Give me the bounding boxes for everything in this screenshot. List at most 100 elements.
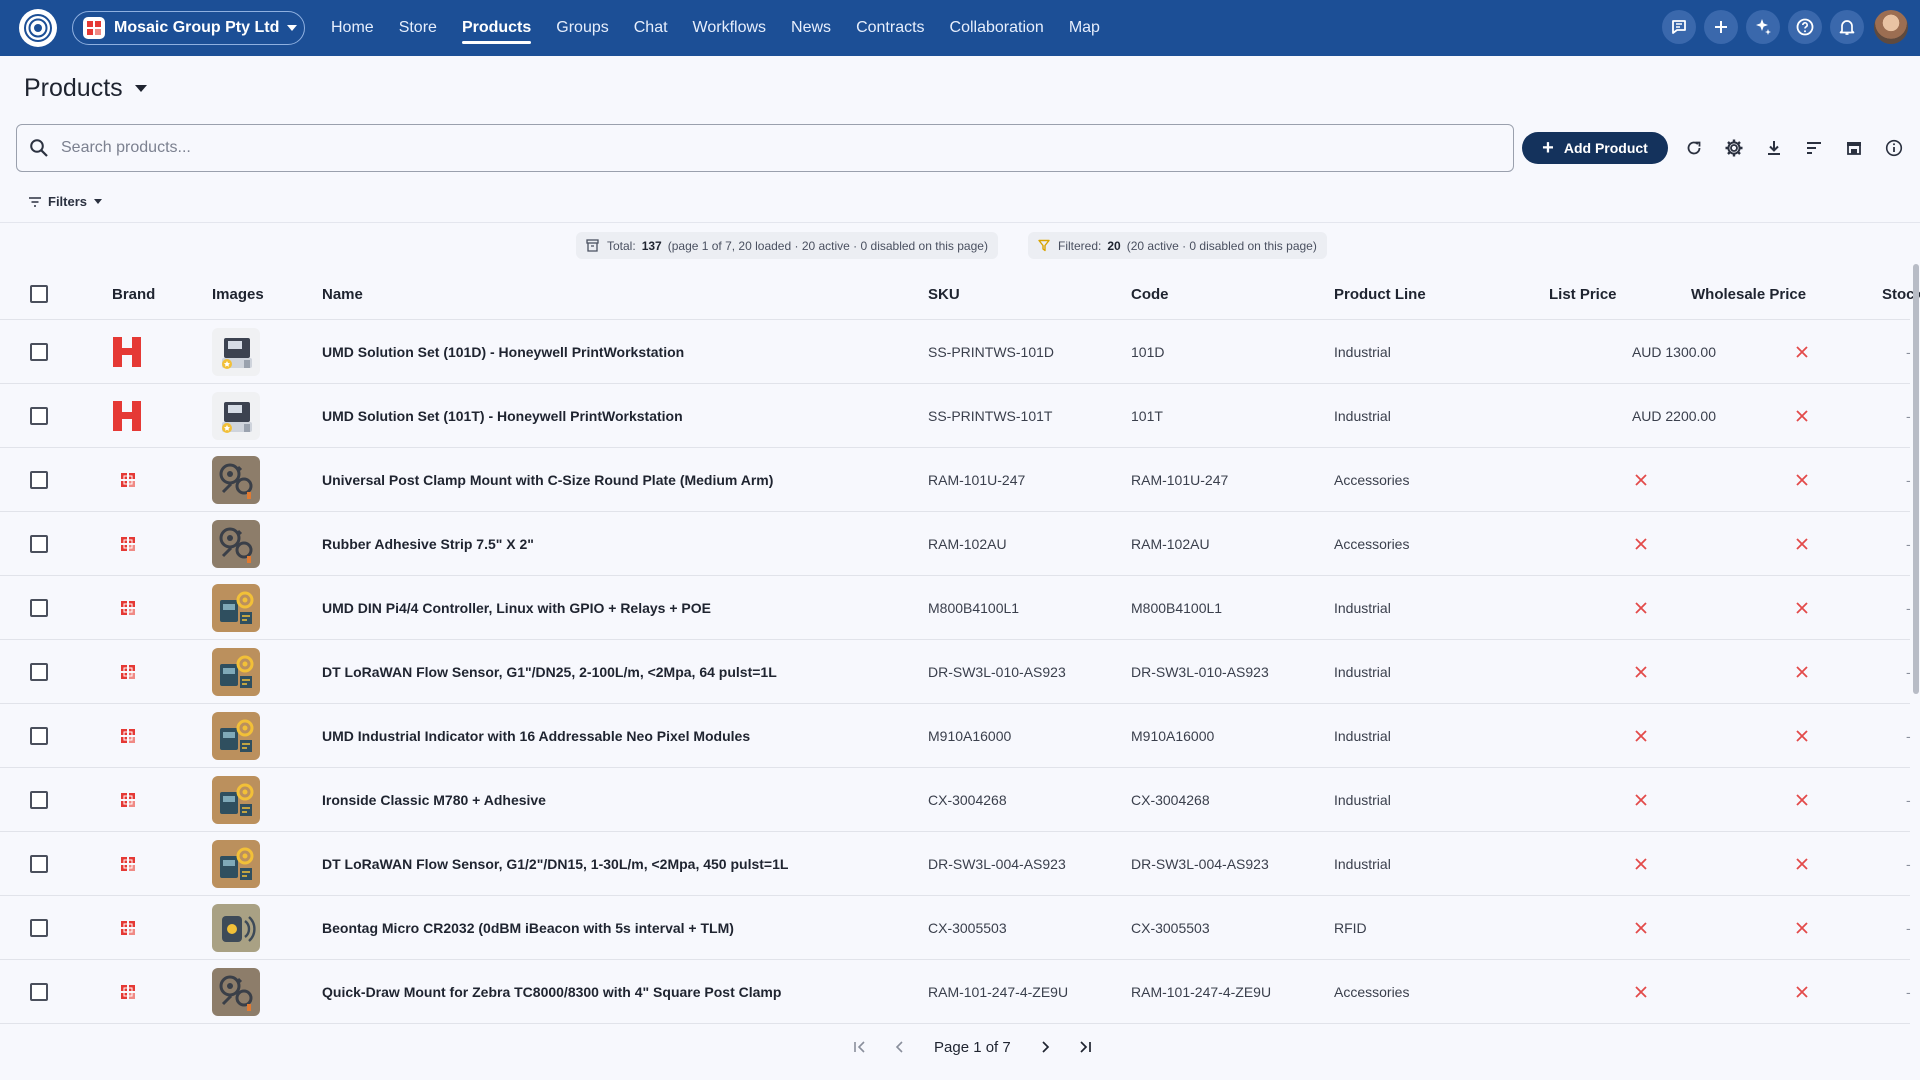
- nav-home[interactable]: Home: [331, 0, 374, 56]
- column-product-line[interactable]: Product Line: [1334, 268, 1426, 320]
- product-name[interactable]: Quick-Draw Mount for Zebra TC8000/8300 w…: [322, 960, 781, 1024]
- vertical-scrollbar[interactable]: [1913, 264, 1919, 694]
- product-thumbnail[interactable]: [212, 584, 260, 632]
- product-name[interactable]: UMD Solution Set (101D) - Honeywell Prin…: [322, 320, 684, 384]
- table-row[interactable]: UMD DIN Pi4/4 Controller, Linux with GPI…: [0, 576, 1911, 640]
- product-name[interactable]: UMD Solution Set (101T) - Honeywell Prin…: [322, 384, 683, 448]
- download-button[interactable]: [1760, 134, 1788, 162]
- product-name[interactable]: Ironside Classic M780 + Adhesive: [322, 768, 546, 832]
- image-cell[interactable]: [212, 896, 260, 960]
- row-checkbox[interactable]: [30, 855, 48, 873]
- product-name[interactable]: DT LoRaWAN Flow Sensor, G1/2"/DN15, 1-30…: [322, 832, 788, 896]
- product-thumbnail[interactable]: [212, 776, 260, 824]
- row-checkbox[interactable]: [30, 791, 48, 809]
- table-row[interactable]: Beontag Micro CR2032 (0dBM iBeacon with …: [0, 896, 1911, 960]
- column-images[interactable]: Images: [212, 268, 264, 320]
- product-code: DR-SW3L-004-AS923: [1131, 856, 1269, 872]
- column-brand[interactable]: Brand: [112, 268, 155, 320]
- product-name[interactable]: UMD Industrial Indicator with 16 Address…: [322, 704, 750, 768]
- store-button[interactable]: [1840, 134, 1868, 162]
- product-thumbnail[interactable]: [212, 712, 260, 760]
- nav-contracts[interactable]: Contracts: [856, 0, 924, 56]
- user-avatar[interactable]: [1874, 10, 1908, 44]
- product-thumbnail[interactable]: [212, 648, 260, 696]
- column-wholesale-price[interactable]: Wholesale Price: [1691, 268, 1806, 320]
- image-cell[interactable]: [212, 832, 260, 896]
- image-cell[interactable]: [212, 704, 260, 768]
- nav-collaboration[interactable]: Collaboration: [950, 0, 1044, 56]
- app-logo[interactable]: [19, 9, 57, 47]
- image-cell[interactable]: [212, 320, 260, 384]
- add-product-button[interactable]: + Add Product: [1522, 132, 1668, 164]
- row-checkbox[interactable]: [30, 535, 48, 553]
- nav-workflows[interactable]: Workflows: [693, 0, 767, 56]
- column-sku[interactable]: SKU: [928, 268, 960, 320]
- product-thumbnail[interactable]: [212, 456, 260, 504]
- product-thumbnail[interactable]: [212, 968, 260, 1016]
- product-name[interactable]: Beontag Micro CR2032 (0dBM iBeacon with …: [322, 896, 734, 960]
- table-row[interactable]: DT LoRaWAN Flow Sensor, G1/2"/DN15, 1-30…: [0, 832, 1911, 896]
- product-name[interactable]: Rubber Adhesive Strip 7.5" X 2": [322, 512, 534, 576]
- row-checkbox[interactable]: [30, 599, 48, 617]
- nav-chat[interactable]: Chat: [634, 0, 668, 56]
- image-cell[interactable]: [212, 448, 260, 512]
- product-name[interactable]: Universal Post Clamp Mount with C-Size R…: [322, 448, 773, 512]
- close-icon: [1635, 666, 1647, 678]
- filters-button[interactable]: Filters: [28, 194, 103, 209]
- product-thumbnail[interactable]: [212, 904, 260, 952]
- previous-page-button[interactable]: [885, 1032, 915, 1062]
- chat-button[interactable]: [1662, 10, 1696, 44]
- organization-switcher[interactable]: Mosaic Group Pty Ltd: [72, 11, 305, 45]
- product-thumbnail[interactable]: [212, 392, 260, 440]
- table-row[interactable]: Ironside Classic M780 + Adhesive CX-30042…: [0, 768, 1911, 832]
- product-thumbnail[interactable]: [212, 328, 260, 376]
- row-checkbox[interactable]: [30, 343, 48, 361]
- info-button[interactable]: [1880, 134, 1908, 162]
- nav-groups[interactable]: Groups: [556, 0, 608, 56]
- product-thumbnail[interactable]: [212, 840, 260, 888]
- row-checkbox[interactable]: [30, 727, 48, 745]
- product-thumbnail[interactable]: [212, 520, 260, 568]
- last-page-button[interactable]: [1070, 1032, 1100, 1062]
- search-input[interactable]: [61, 139, 1461, 157]
- table-row[interactable]: Rubber Adhesive Strip 7.5" X 2" RAM-102AU…: [0, 512, 1911, 576]
- image-cell[interactable]: [212, 384, 260, 448]
- row-checkbox[interactable]: [30, 407, 48, 425]
- table-row[interactable]: DT LoRaWAN Flow Sensor, G1"/DN25, 2-100L…: [0, 640, 1911, 704]
- row-checkbox[interactable]: [30, 471, 48, 489]
- table-row[interactable]: UMD Industrial Indicator with 16 Address…: [0, 704, 1911, 768]
- sort-button[interactable]: [1800, 134, 1828, 162]
- image-cell[interactable]: [212, 512, 260, 576]
- table-row[interactable]: Universal Post Clamp Mount with C-Size R…: [0, 448, 1911, 512]
- notifications-button[interactable]: [1830, 10, 1864, 44]
- table-row[interactable]: Quick-Draw Mount for Zebra TC8000/8300 w…: [0, 960, 1911, 1024]
- help-button[interactable]: [1788, 10, 1822, 44]
- row-checkbox[interactable]: [30, 983, 48, 1001]
- product-name[interactable]: DT LoRaWAN Flow Sensor, G1"/DN25, 2-100L…: [322, 640, 777, 704]
- nav-map[interactable]: Map: [1069, 0, 1100, 56]
- next-page-button[interactable]: [1030, 1032, 1060, 1062]
- nav-store[interactable]: Store: [399, 0, 437, 56]
- row-checkbox[interactable]: [30, 663, 48, 681]
- page-title[interactable]: Products: [24, 74, 147, 103]
- product-line: Industrial: [1334, 408, 1391, 424]
- product-name[interactable]: UMD DIN Pi4/4 Controller, Linux with GPI…: [322, 576, 711, 640]
- ai-assistant-button[interactable]: [1746, 10, 1780, 44]
- column-name[interactable]: Name: [322, 268, 363, 320]
- image-cell[interactable]: [212, 640, 260, 704]
- column-list-price[interactable]: List Price: [1549, 268, 1617, 320]
- image-cell[interactable]: [212, 768, 260, 832]
- refresh-button[interactable]: [1680, 134, 1708, 162]
- table-row[interactable]: UMD Solution Set (101T) - Honeywell Prin…: [0, 384, 1911, 448]
- select-all-checkbox[interactable]: [30, 285, 48, 303]
- row-checkbox[interactable]: [30, 919, 48, 937]
- image-cell[interactable]: [212, 960, 260, 1024]
- nav-news[interactable]: News: [791, 0, 831, 56]
- image-cell[interactable]: [212, 576, 260, 640]
- column-code[interactable]: Code: [1131, 268, 1169, 320]
- create-button[interactable]: [1704, 10, 1738, 44]
- nav-products[interactable]: Products: [461, 0, 532, 56]
- settings-button[interactable]: [1720, 134, 1748, 162]
- table-row[interactable]: UMD Solution Set (101D) - Honeywell Prin…: [0, 320, 1911, 384]
- first-page-button[interactable]: [845, 1032, 875, 1062]
